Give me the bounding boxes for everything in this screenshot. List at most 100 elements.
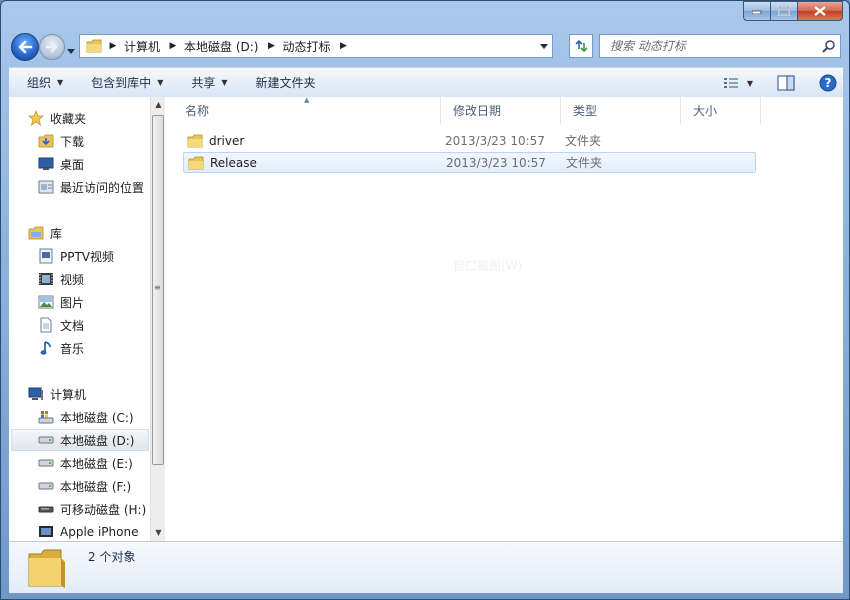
preview-pane-icon[interactable] bbox=[777, 75, 795, 91]
chevron-down-icon: ▼ bbox=[221, 78, 228, 87]
explorer-window: ▶ 计算机 ▶ 本地磁盘 (D:) ▶ 动态打标 ▶ 组织 ▼ 包含到库中 ▼ bbox=[0, 0, 850, 600]
svg-text:?: ? bbox=[825, 76, 832, 90]
desktop-icon bbox=[37, 156, 55, 172]
scroll-down-icon[interactable]: ▼ bbox=[151, 525, 165, 541]
nav-libraries-label: 库 bbox=[50, 226, 63, 241]
nav-item-pictures[interactable]: 图片 bbox=[37, 291, 165, 313]
refresh-button[interactable] bbox=[569, 34, 593, 58]
scroll-up-icon[interactable]: ▲ bbox=[151, 97, 165, 113]
nav-item-videos[interactable]: 视频 bbox=[37, 268, 165, 290]
nav-item-iphone[interactable]: Apple iPhone bbox=[37, 521, 165, 541]
nav-item-label: 图片 bbox=[60, 295, 85, 310]
search-box[interactable] bbox=[599, 34, 841, 58]
nav-favorites[interactable]: 收藏夹 bbox=[27, 107, 165, 129]
column-size[interactable]: 大小 bbox=[681, 97, 761, 124]
nav-item-recent[interactable]: 最近访问的位置 bbox=[37, 176, 165, 198]
change-view-button[interactable]: ▼ bbox=[723, 77, 753, 89]
maximize-icon bbox=[778, 6, 790, 16]
help-icon[interactable]: ? bbox=[819, 74, 837, 92]
file-type: 文件夹 bbox=[566, 156, 603, 170]
file-modified: 2013/3/23 10:57 bbox=[446, 155, 546, 170]
nav-item-music[interactable]: 音乐 bbox=[37, 337, 165, 359]
breadcrumb-computer[interactable]: 计算机 bbox=[120, 38, 166, 55]
nav-item-label: 桌面 bbox=[60, 157, 85, 172]
nav-item-drive-d[interactable]: 本地磁盘 (D:) bbox=[11, 429, 149, 451]
include-in-library-label: 包含到库中 bbox=[91, 76, 152, 90]
folder-icon bbox=[86, 39, 102, 53]
file-name: Release bbox=[184, 156, 446, 170]
close-button[interactable] bbox=[797, 1, 843, 21]
nav-item-label: 本地磁盘 (D:) bbox=[60, 433, 135, 448]
nav-item-label: 下载 bbox=[60, 134, 85, 149]
column-header: 名称 修改日期 类型 大小 bbox=[173, 97, 843, 124]
music-icon bbox=[37, 340, 55, 356]
nav-computer-label: 计算机 bbox=[50, 387, 87, 402]
nav-item-drive-c[interactable]: 本地磁盘 (C:) bbox=[37, 406, 165, 428]
nav-favorites-label: 收藏夹 bbox=[50, 111, 87, 126]
file-row[interactable]: driver 2013/3/23 10:57 文件夹 bbox=[183, 130, 756, 151]
file-name-text: Release bbox=[210, 155, 257, 170]
address-bar[interactable]: ▶ 计算机 ▶ 本地磁盘 (D:) ▶ 动态打标 ▶ bbox=[79, 34, 553, 58]
column-type-label: 类型 bbox=[573, 104, 598, 118]
star-icon bbox=[27, 110, 45, 126]
maximize-button[interactable] bbox=[770, 1, 797, 21]
file-modified: 2013/3/23 10:57 bbox=[445, 133, 545, 148]
recent-pages-dropdown[interactable] bbox=[67, 43, 75, 57]
breadcrumb: ▶ 计算机 ▶ 本地磁盘 (D:) ▶ 动态打标 ▶ bbox=[106, 35, 351, 57]
pane-splitter[interactable] bbox=[165, 97, 173, 541]
drive-icon bbox=[37, 409, 55, 425]
breadcrumb-separator[interactable]: ▶ bbox=[264, 41, 278, 51]
file-type: 文件夹 bbox=[565, 134, 602, 148]
nav-item-drive-e[interactable]: 本地磁盘 (E:) bbox=[37, 452, 165, 474]
folder-icon bbox=[188, 156, 204, 169]
minimize-icon bbox=[752, 10, 762, 14]
new-folder-button[interactable]: 新建文件夹 bbox=[238, 68, 326, 98]
nav-item-pptv[interactable]: PPTV视频 bbox=[37, 245, 165, 267]
nav-libraries[interactable]: 库 bbox=[27, 222, 165, 244]
nav-item-downloads[interactable]: 下载 bbox=[37, 130, 165, 152]
back-button[interactable] bbox=[11, 33, 39, 61]
search-icon[interactable] bbox=[822, 39, 836, 53]
minimize-button[interactable] bbox=[743, 1, 770, 21]
column-type[interactable]: 类型 bbox=[561, 97, 681, 124]
breadcrumb-separator[interactable]: ▶ bbox=[166, 41, 180, 51]
navigation-bar: ▶ 计算机 ▶ 本地磁盘 (D:) ▶ 动态打标 ▶ bbox=[7, 29, 845, 63]
main-area: 收藏夹 下载 桌面 最近访问的位置 库 PPTV视频 视频 图片 文档 音乐 计… bbox=[9, 96, 843, 541]
new-folder-label: 新建文件夹 bbox=[255, 76, 316, 90]
file-row-selected[interactable]: Release 2013/3/23 10:57 文件夹 bbox=[183, 152, 756, 173]
close-icon bbox=[814, 6, 826, 16]
search-input[interactable] bbox=[600, 35, 812, 57]
nav-item-drive-f[interactable]: 本地磁盘 (F:) bbox=[37, 475, 165, 497]
ghost-text: 窗口截图(W) bbox=[453, 259, 523, 273]
chevron-down-icon: ▼ bbox=[57, 78, 64, 87]
file-list: 名称 修改日期 类型 大小 ▲ driver 2013/3/23 10:57 文… bbox=[173, 96, 843, 541]
forward-button[interactable] bbox=[39, 34, 65, 60]
column-modified[interactable]: 修改日期 bbox=[441, 97, 561, 124]
organize-button[interactable]: 组织 ▼ bbox=[9, 68, 73, 98]
breadcrumb-drive-d[interactable]: 本地磁盘 (D:) bbox=[180, 38, 264, 55]
breadcrumb-separator[interactable]: ▶ bbox=[337, 41, 351, 51]
file-name: driver bbox=[183, 134, 445, 148]
nav-item-drive-h[interactable]: 可移动磁盘 (H:) bbox=[37, 498, 165, 520]
refresh-icon bbox=[575, 39, 588, 53]
nav-item-label: Apple iPhone bbox=[60, 525, 139, 539]
address-history-dropdown[interactable] bbox=[535, 35, 552, 57]
nav-computer[interactable]: 计算机 bbox=[27, 383, 165, 405]
chevron-down-icon: ▼ bbox=[157, 78, 164, 87]
nav-item-label: 本地磁盘 (F:) bbox=[60, 479, 132, 494]
nav-item-desktop[interactable]: 桌面 bbox=[37, 153, 165, 175]
details-pane: 2 个对象 bbox=[9, 541, 843, 593]
navigation-scrollbar[interactable]: ▲ ≡ ▼ bbox=[150, 97, 165, 541]
chevron-down-icon bbox=[539, 43, 548, 49]
nav-item-label: 文档 bbox=[60, 318, 85, 333]
nav-item-documents[interactable]: 文档 bbox=[37, 314, 165, 336]
navigation-pane: 收藏夹 下载 桌面 最近访问的位置 库 PPTV视频 视频 图片 文档 音乐 计… bbox=[9, 97, 165, 541]
chevron-down-icon bbox=[67, 49, 75, 54]
nav-item-label: 最近访问的位置 bbox=[60, 180, 145, 195]
include-in-library-button[interactable]: 包含到库中 ▼ bbox=[73, 68, 173, 98]
breadcrumb-separator[interactable]: ▶ bbox=[106, 41, 120, 51]
breadcrumb-current-folder[interactable]: 动态打标 bbox=[278, 38, 336, 55]
share-button[interactable]: 共享 ▼ bbox=[173, 68, 237, 98]
forward-arrow-icon bbox=[45, 41, 58, 53]
recent-icon bbox=[37, 179, 55, 195]
